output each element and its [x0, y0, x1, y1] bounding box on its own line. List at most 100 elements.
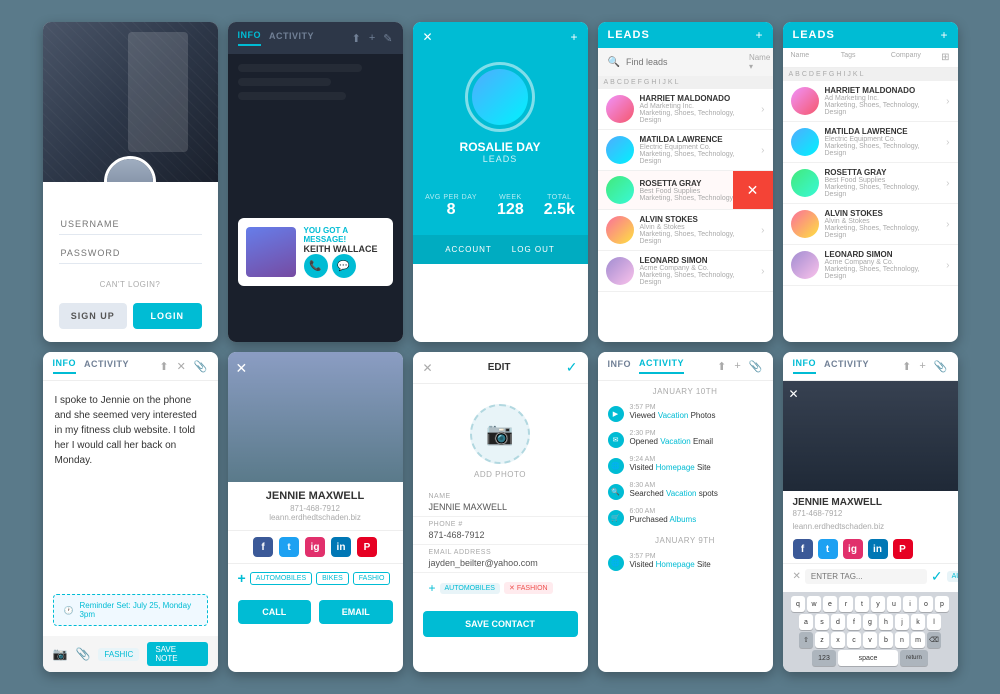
kb-f[interactable]: f: [847, 614, 861, 630]
close-video-icon[interactable]: ✕: [789, 387, 799, 401]
li-icon-tag[interactable]: in: [868, 539, 888, 559]
alpha-g2[interactable]: G: [829, 71, 834, 78]
tab-info-note[interactable]: INFO: [53, 358, 77, 374]
add-photo-circle[interactable]: 📷: [470, 404, 530, 464]
kb-e[interactable]: e: [823, 596, 837, 612]
tag-input[interactable]: [805, 569, 927, 584]
username-input[interactable]: [59, 214, 202, 235]
kb-z[interactable]: z: [815, 632, 829, 648]
camera-icon[interactable]: 📷: [53, 647, 68, 661]
kb-u[interactable]: u: [887, 596, 901, 612]
alpha-h2[interactable]: H: [836, 71, 841, 78]
signup-button[interactable]: SIGN UP: [59, 303, 128, 329]
tag-confirm-icon[interactable]: ✓: [931, 568, 943, 585]
tag-del-x[interactable]: ✕: [793, 571, 801, 582]
kb-shift[interactable]: ⇧: [799, 632, 813, 648]
kb-l[interactable]: l: [927, 614, 941, 630]
filter-icon[interactable]: ⊞: [941, 52, 949, 63]
alpha-i[interactable]: I: [658, 79, 660, 86]
login-button[interactable]: LOGIN: [133, 303, 202, 329]
alpha-d2[interactable]: D: [809, 71, 814, 78]
linkedin-icon[interactable]: in: [331, 537, 351, 557]
tab-activity-note[interactable]: ACTIVITY: [84, 359, 129, 373]
tag-fashion-delete[interactable]: ✕ FASHION: [504, 582, 553, 594]
close-icon-contact[interactable]: ✕: [236, 360, 248, 377]
kb-t[interactable]: t: [855, 596, 869, 612]
kb-q[interactable]: q: [791, 596, 805, 612]
kb-backspace[interactable]: ⌫: [927, 632, 941, 648]
tab-activity-active[interactable]: ACTIVITY: [639, 358, 684, 374]
save-note-button[interactable]: SAVE NOTE: [147, 642, 207, 666]
search-input[interactable]: [626, 57, 743, 67]
alpha-k2[interactable]: K: [853, 71, 858, 78]
email-button[interactable]: EMAIL: [319, 600, 393, 624]
kb-space[interactable]: space: [838, 650, 898, 666]
kb-g[interactable]: g: [863, 614, 877, 630]
tab-activity-tag[interactable]: ACTIVITY: [824, 359, 869, 373]
alpha-g[interactable]: G: [644, 79, 649, 86]
alpha-e2[interactable]: E: [816, 71, 821, 78]
alpha-h[interactable]: H: [651, 79, 656, 86]
add-tag-icon[interactable]: +: [238, 570, 246, 586]
close-icon[interactable]: ✕: [423, 30, 433, 44]
add-icon-2[interactable]: +: [940, 28, 947, 42]
kb-v[interactable]: v: [863, 632, 877, 648]
name-filter[interactable]: Name ▾: [749, 53, 770, 71]
kb-n[interactable]: n: [895, 632, 909, 648]
add-icon-tag[interactable]: +: [919, 360, 925, 373]
kb-123[interactable]: 123: [812, 650, 836, 666]
tw-icon-tag[interactable]: t: [818, 539, 838, 559]
lead-item[interactable]: LEONARD SIMON Acme Company & Co. Marketi…: [598, 251, 773, 292]
lead-item[interactable]: HARRIET MALDONADO Ad Marketing Inc. Mark…: [783, 81, 958, 122]
kb-j[interactable]: j: [895, 614, 909, 630]
edit-icon[interactable]: ✎: [383, 32, 392, 45]
message-icon-btn[interactable]: 💬: [332, 254, 356, 278]
lead-item[interactable]: HARRIET MALDONADO Ad Marketing Inc. Mark…: [598, 89, 773, 130]
alpha-f[interactable]: F: [638, 79, 642, 86]
share-icon[interactable]: ⬆: [352, 32, 361, 45]
kb-i[interactable]: i: [903, 596, 917, 612]
kb-y[interactable]: y: [871, 596, 885, 612]
clip-icon-tag[interactable]: 📎: [934, 360, 948, 373]
alpha-e[interactable]: E: [631, 79, 636, 86]
lead-item-delete[interactable]: ROSETTA GRAY Best Food Supplies Marketin…: [598, 171, 773, 210]
password-input[interactable]: [59, 243, 202, 264]
alpha-j2[interactable]: J: [847, 71, 851, 78]
lead-item[interactable]: ALVIN STOKES Alvin & Stokes Marketing, S…: [783, 204, 958, 245]
add-tag-icon-edit[interactable]: +: [429, 581, 436, 595]
alpha-i2[interactable]: I: [843, 71, 845, 78]
add-icon[interactable]: +: [369, 32, 375, 45]
alpha-j[interactable]: J: [662, 79, 666, 86]
kb-x[interactable]: x: [831, 632, 845, 648]
alpha-l2[interactable]: L: [860, 71, 864, 78]
share-icon-act[interactable]: ⬆: [717, 360, 726, 373]
alpha-k[interactable]: K: [668, 79, 673, 86]
alpha-c2[interactable]: C: [802, 71, 807, 78]
facebook-icon[interactable]: f: [253, 537, 273, 557]
cancel-icon[interactable]: ✕: [423, 361, 433, 375]
alpha-c[interactable]: C: [617, 79, 622, 86]
logout-button[interactable]: LOG OUT: [512, 245, 555, 254]
alpha-f2[interactable]: F: [823, 71, 827, 78]
tab-info-tag[interactable]: INFO: [793, 358, 817, 374]
kb-w[interactable]: w: [807, 596, 821, 612]
call-button[interactable]: CALL: [238, 600, 312, 624]
kb-a[interactable]: a: [799, 614, 813, 630]
lead-item[interactable]: ALVIN STOKES Alvin & Stokes Marketing, S…: [598, 210, 773, 251]
lead-item[interactable]: LEONARD SIMON Acme Company & Co. Marketi…: [783, 245, 958, 286]
kb-s[interactable]: s: [815, 614, 829, 630]
lead-item[interactable]: MATILDA LAWRENCE Electric Equipment Co. …: [598, 130, 773, 171]
pi-icon-tag[interactable]: P: [893, 539, 913, 559]
instagram-icon[interactable]: ig: [305, 537, 325, 557]
alpha-d[interactable]: D: [624, 79, 629, 86]
kb-p[interactable]: p: [935, 596, 949, 612]
clip-icon-note[interactable]: 📎: [194, 360, 208, 373]
alpha-b2[interactable]: B: [795, 71, 800, 78]
kb-d[interactable]: d: [831, 614, 845, 630]
add-icon-act[interactable]: +: [734, 360, 740, 373]
phone-icon-btn[interactable]: 📞: [304, 254, 328, 278]
ig-icon-tag[interactable]: ig: [843, 539, 863, 559]
lead-item[interactable]: MATILDA LAWRENCE Electric Equipment Co. …: [783, 122, 958, 163]
delete-button[interactable]: ✕: [733, 171, 773, 209]
kb-c[interactable]: c: [847, 632, 861, 648]
